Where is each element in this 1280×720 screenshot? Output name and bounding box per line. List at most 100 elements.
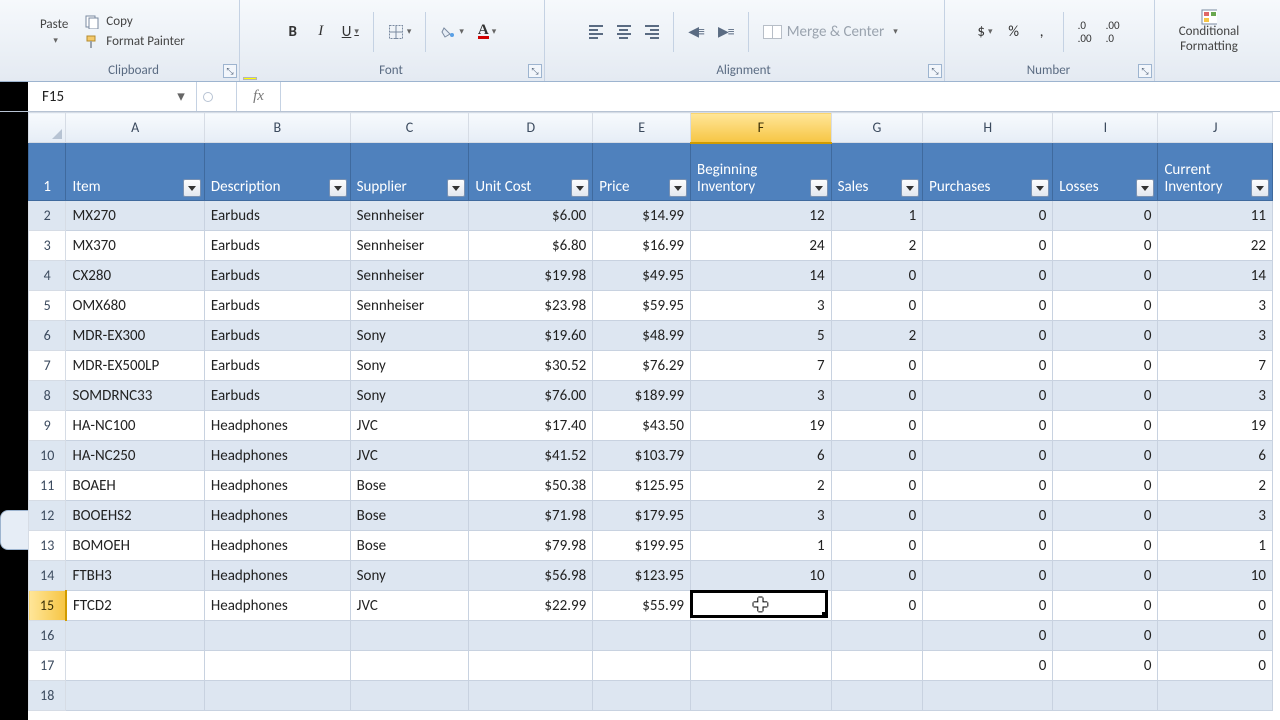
col-header-E[interactable]: E	[593, 113, 691, 143]
cell-H10[interactable]: 0	[923, 441, 1053, 471]
cell-E4[interactable]: $49.95	[593, 261, 691, 291]
cell-B14[interactable]: Headphones	[204, 561, 350, 591]
cell-A12[interactable]: BOOEHS2	[66, 501, 204, 531]
cell-D16[interactable]	[469, 621, 593, 651]
cell-D17[interactable]	[469, 651, 593, 681]
percent-button[interactable]: %	[1003, 21, 1025, 43]
cell-C18[interactable]	[350, 681, 469, 711]
cell-G3[interactable]: 2	[831, 231, 923, 261]
row-header[interactable]: 1	[29, 143, 66, 201]
cell-G4[interactable]: 0	[831, 261, 923, 291]
cell-B5[interactable]: Earbuds	[204, 291, 350, 321]
table-header-G[interactable]: Sales	[831, 143, 923, 201]
cell-H17[interactable]: 0	[923, 651, 1053, 681]
row-header[interactable]: 6	[29, 321, 66, 351]
row-header[interactable]: 5	[29, 291, 66, 321]
cell-I4[interactable]: 0	[1053, 261, 1158, 291]
increase-decimal-button[interactable]: .0.00	[1074, 21, 1096, 43]
row-header[interactable]: 2	[29, 201, 66, 231]
cell-F12[interactable]: 3	[691, 501, 832, 531]
cell-E13[interactable]: $199.95	[593, 531, 691, 561]
cell-G6[interactable]: 2	[831, 321, 923, 351]
cell-H4[interactable]: 0	[923, 261, 1053, 291]
align-right-button[interactable]	[641, 21, 663, 43]
name-box-dropdown[interactable]: ▾	[172, 88, 190, 106]
cell-D11[interactable]: $50.38	[469, 471, 593, 501]
cell-H14[interactable]: 0	[923, 561, 1053, 591]
cell-F16[interactable]	[691, 621, 832, 651]
cell-E16[interactable]	[593, 621, 691, 651]
table-header-J[interactable]: CurrentInventory	[1158, 143, 1273, 201]
cell-G9[interactable]: 0	[831, 411, 923, 441]
cell-G10[interactable]: 0	[831, 441, 923, 471]
cell-J14[interactable]: 10	[1158, 561, 1273, 591]
row-header[interactable]: 3	[29, 231, 66, 261]
cell-B16[interactable]	[204, 621, 350, 651]
cell-A2[interactable]: MX270	[66, 201, 204, 231]
cell-J7[interactable]: 7	[1158, 351, 1273, 381]
col-header-I[interactable]: I	[1053, 113, 1158, 143]
cell-B6[interactable]: Earbuds	[204, 321, 350, 351]
cell-H5[interactable]: 0	[923, 291, 1053, 321]
cell-H3[interactable]: 0	[923, 231, 1053, 261]
cell-C11[interactable]: Bose	[350, 471, 469, 501]
col-header-J[interactable]: J	[1158, 113, 1273, 143]
cell-F11[interactable]: 2	[691, 471, 832, 501]
cell-F14[interactable]: 10	[691, 561, 832, 591]
cell-F18[interactable]	[691, 681, 832, 711]
row-header[interactable]: 14	[29, 561, 66, 591]
cell-G17[interactable]	[831, 651, 923, 681]
cell-I12[interactable]: 0	[1053, 501, 1158, 531]
col-header-B[interactable]: B	[204, 113, 350, 143]
row-header[interactable]: 12	[29, 501, 66, 531]
cell-A8[interactable]: SOMDRNC33	[66, 381, 204, 411]
font-color-button[interactable]: A	[474, 21, 500, 43]
cell-E10[interactable]: $103.79	[593, 441, 691, 471]
italic-button[interactable]: I	[310, 21, 332, 43]
cell-E14[interactable]: $123.95	[593, 561, 691, 591]
cell-A17[interactable]	[66, 651, 204, 681]
filter-dropdown-icon[interactable]	[669, 179, 687, 197]
cell-F3[interactable]: 24	[691, 231, 832, 261]
cell-B9[interactable]: Headphones	[204, 411, 350, 441]
cell-D7[interactable]: $30.52	[469, 351, 593, 381]
table-header-D[interactable]: Unit Cost	[469, 143, 593, 201]
cell-E9[interactable]: $43.50	[593, 411, 691, 441]
cell-C9[interactable]: JVC	[350, 411, 469, 441]
cell-E5[interactable]: $59.95	[593, 291, 691, 321]
filter-dropdown-icon[interactable]	[1136, 179, 1154, 197]
conditional-formatting-button[interactable]: Conditional Formatting	[1161, 9, 1257, 54]
fill-color-button[interactable]	[436, 21, 468, 43]
col-header-C[interactable]: C	[350, 113, 469, 143]
cell-C5[interactable]: Sennheiser	[350, 291, 469, 321]
cell-I14[interactable]: 0	[1053, 561, 1158, 591]
cell-C13[interactable]: Bose	[350, 531, 469, 561]
cell-A10[interactable]: HA-NC250	[66, 441, 204, 471]
bold-button[interactable]: B	[282, 21, 304, 43]
cell-H12[interactable]: 0	[923, 501, 1053, 531]
cell-D9[interactable]: $17.40	[469, 411, 593, 441]
cell-I6[interactable]: 0	[1053, 321, 1158, 351]
insert-function-button[interactable]: fx	[237, 82, 281, 111]
cell-B11[interactable]: Headphones	[204, 471, 350, 501]
filter-dropdown-icon[interactable]	[1031, 179, 1049, 197]
cell-I16[interactable]: 0	[1053, 621, 1158, 651]
col-header-H[interactable]: H	[923, 113, 1053, 143]
cell-G7[interactable]: 0	[831, 351, 923, 381]
name-box[interactable]: F15	[42, 88, 112, 106]
cell-J15[interactable]: 0	[1158, 591, 1273, 621]
cell-B13[interactable]: Headphones	[204, 531, 350, 561]
cell-J13[interactable]: 1	[1158, 531, 1273, 561]
cell-F7[interactable]: 7	[691, 351, 832, 381]
row-header[interactable]: 18	[29, 681, 66, 711]
cell-C12[interactable]: Bose	[350, 501, 469, 531]
cell-H16[interactable]: 0	[923, 621, 1053, 651]
cell-F6[interactable]: 5	[691, 321, 832, 351]
paste-button[interactable]: Paste	[36, 17, 72, 47]
clipboard-dialog-launcher[interactable]: ⤡	[223, 64, 237, 78]
cell-I11[interactable]: 0	[1053, 471, 1158, 501]
cell-H13[interactable]: 0	[923, 531, 1053, 561]
filter-dropdown-icon[interactable]	[571, 179, 589, 197]
cell-C3[interactable]: Sennheiser	[350, 231, 469, 261]
filter-dropdown-icon[interactable]	[329, 179, 347, 197]
